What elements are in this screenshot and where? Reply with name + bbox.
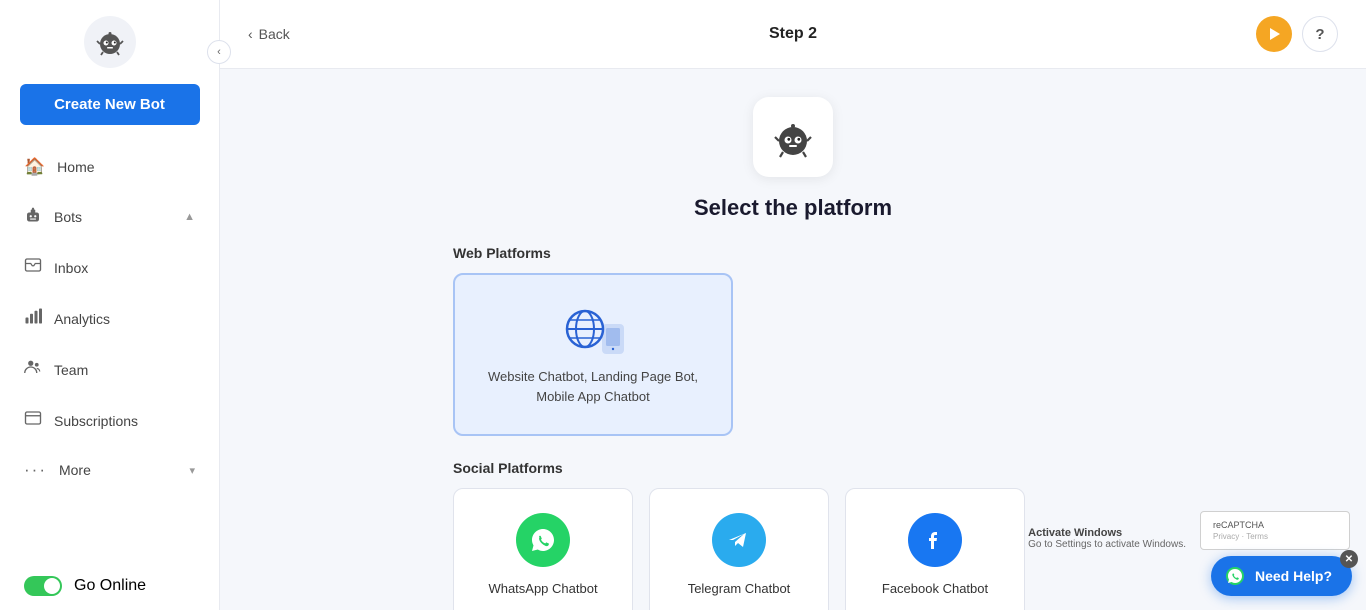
need-help-close-btn[interactable]: ✕	[1340, 550, 1358, 568]
sidebar-item-more[interactable]: ··· More ▾	[0, 446, 219, 494]
web-platform-card[interactable]: Website Chatbot, Landing Page Bot, Mobil…	[453, 273, 733, 436]
team-icon	[24, 358, 42, 381]
telegram-label: Telegram Chatbot	[688, 581, 791, 596]
facebook-label: Facebook Chatbot	[882, 581, 988, 596]
go-online-row: Go Online	[0, 562, 219, 610]
back-chevron-icon: ‹	[248, 26, 253, 42]
platform-select-content: Select the platform Web Platforms	[220, 69, 1366, 610]
telegram-icon	[712, 513, 766, 567]
whatsapp-card[interactable]: WhatsApp Chatbot	[453, 488, 633, 610]
recaptcha-widget: reCAPTCHA Privacy · Terms	[1200, 511, 1350, 550]
need-help-widget[interactable]: ✕ Need Help?	[1211, 556, 1352, 596]
sidebar-item-bots-label: Bots	[54, 209, 82, 225]
sidebar-item-team-label: Team	[54, 362, 88, 378]
play-button[interactable]	[1256, 16, 1292, 52]
sidebar-item-home-label: Home	[57, 159, 94, 175]
home-icon: 🏠	[24, 157, 45, 177]
bots-chevron-icon: ▲	[184, 211, 195, 223]
bots-icon	[24, 205, 42, 228]
sidebar-collapse-btn[interactable]: ‹	[207, 40, 231, 64]
subscriptions-icon	[24, 409, 42, 432]
web-card-text: Website Chatbot, Landing Page Bot, Mobil…	[488, 367, 698, 406]
sidebar-item-subscriptions[interactable]: Subscriptions	[0, 395, 219, 446]
whatsapp-help-icon	[1225, 566, 1245, 586]
sidebar-nav: 🏠 Home Bots ▲ Inbox Analytics T	[0, 143, 219, 494]
app-logo	[84, 16, 136, 68]
facebook-card[interactable]: Facebook Chatbot	[845, 488, 1025, 610]
web-platforms-section: Web Platforms	[453, 245, 1133, 436]
web-platform-icon	[557, 303, 629, 355]
sidebar-item-bots[interactable]: Bots ▲	[0, 191, 219, 242]
web-platforms-label: Web Platforms	[453, 245, 1133, 261]
sidebar-item-home[interactable]: 🏠 Home	[0, 143, 219, 191]
inbox-icon	[24, 256, 42, 279]
activate-sub: Go to Settings to activate Windows.	[1028, 539, 1186, 550]
bot-logo-icon	[769, 113, 817, 161]
topbar: ‹ Back Step 2 ?	[220, 0, 1366, 69]
bot-icon-wrap	[753, 97, 833, 177]
more-chevron-icon: ▾	[189, 464, 195, 477]
sidebar-item-analytics[interactable]: Analytics	[0, 293, 219, 344]
main-content: ‹ Back Step 2 ?	[220, 0, 1366, 610]
help-button[interactable]: ?	[1302, 16, 1338, 52]
facebook-icon	[908, 513, 962, 567]
topbar-actions: ?	[1256, 16, 1338, 52]
page-title: Select the platform	[694, 195, 892, 221]
create-new-bot-button[interactable]: Create New Bot	[20, 84, 200, 125]
telegram-card[interactable]: Telegram Chatbot	[649, 488, 829, 610]
social-platforms-label: Social Platforms	[453, 460, 1133, 476]
more-icon: ···	[24, 460, 47, 480]
sidebar-item-team[interactable]: Team	[0, 344, 219, 395]
whatsapp-label: WhatsApp Chatbot	[488, 581, 597, 596]
analytics-icon	[24, 307, 42, 330]
go-online-label: Go Online	[74, 577, 146, 595]
need-help-label: Need Help?	[1255, 568, 1332, 584]
sidebar-item-more-label: More	[59, 462, 91, 478]
step-label: Step 2	[769, 25, 817, 43]
back-label: Back	[259, 26, 290, 42]
activate-title: Activate Windows	[1028, 527, 1186, 539]
question-mark-icon: ?	[1315, 26, 1324, 43]
sidebar-item-inbox[interactable]: Inbox	[0, 242, 219, 293]
sidebar-item-inbox-label: Inbox	[54, 260, 88, 276]
go-online-toggle[interactable]	[24, 576, 62, 596]
sidebar: ‹ Create New Bot 🏠 Home Bots	[0, 0, 220, 610]
sidebar-item-subscriptions-label: Subscriptions	[54, 413, 138, 429]
platforms-container: Web Platforms	[453, 245, 1133, 610]
whatsapp-icon	[516, 513, 570, 567]
back-button[interactable]: ‹ Back	[248, 26, 290, 42]
activate-windows-bar: Activate Windows Go to Settings to activ…	[1028, 527, 1186, 550]
sidebar-item-analytics-label: Analytics	[54, 311, 110, 327]
